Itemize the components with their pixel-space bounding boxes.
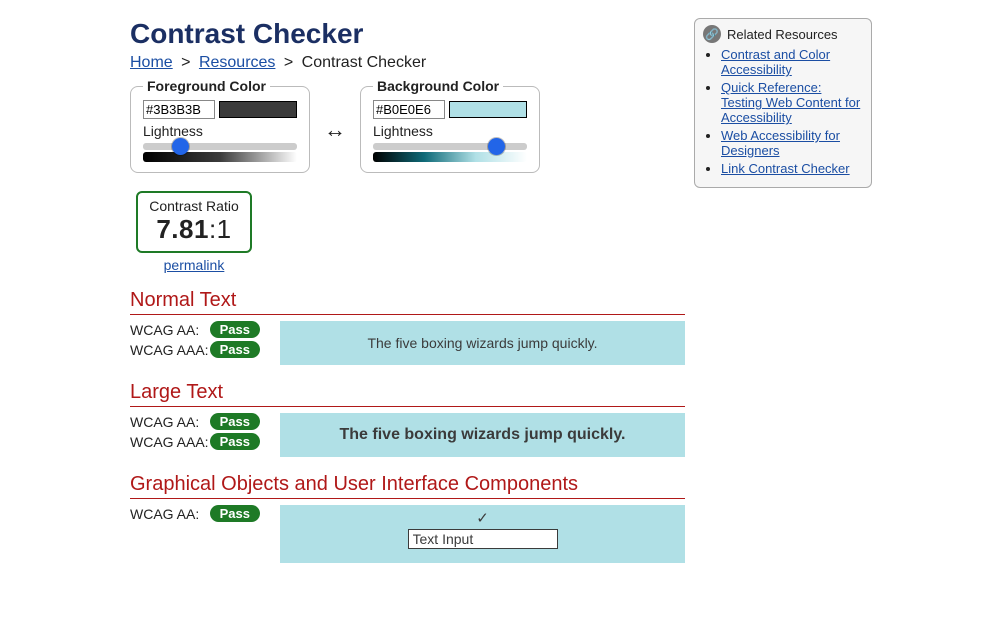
background-color-box: Background Color Lightness (360, 86, 540, 173)
foreground-gradient[interactable] (143, 152, 297, 162)
wcag-aa-badge: Pass (210, 321, 260, 338)
wcag-aaa-label: WCAG AAA: (130, 342, 209, 358)
check-icon: ✓ (280, 509, 685, 527)
related-link[interactable]: Contrast and Color Accessibility (721, 47, 830, 77)
background-swatch[interactable] (449, 101, 527, 118)
normal-text-section: Normal Text WCAG AA: Pass WCAG AAA: Pass… (130, 289, 685, 365)
breadcrumb-current: Contrast Checker (302, 54, 427, 71)
breadcrumb-resources[interactable]: Resources (199, 54, 275, 71)
link-icon: 🔗 (703, 25, 721, 43)
wcag-aa-label: WCAG AA: (130, 322, 199, 338)
large-text-sample[interactable]: The five boxing wizards jump quickly. (280, 413, 685, 457)
foreground-legend: Foreground Color (143, 78, 270, 94)
ui-sample: ✓ (280, 505, 685, 563)
background-hex-input[interactable] (373, 100, 445, 119)
contrast-ratio-value: 7.81:1 (146, 214, 242, 245)
breadcrumb-sep: > (284, 54, 293, 71)
wcag-aa-badge: Pass (210, 413, 260, 430)
ui-section: Graphical Objects and User Interface Com… (130, 473, 685, 563)
breadcrumb-home[interactable]: Home (130, 54, 173, 71)
background-gradient[interactable] (373, 152, 527, 162)
permalink-link[interactable]: permalink (136, 257, 252, 273)
background-lightness-slider[interactable] (373, 143, 527, 150)
ui-sample-input[interactable] (408, 529, 558, 549)
foreground-color-box: Foreground Color Lightness (130, 86, 310, 173)
foreground-swatch[interactable] (219, 101, 297, 118)
wcag-aa-badge: Pass (210, 505, 260, 522)
wcag-aaa-badge: Pass (210, 433, 260, 450)
normal-text-sample[interactable]: The five boxing wizards jump quickly. (280, 321, 685, 365)
related-resources-sidebar: 🔗 Related Resources Contrast and Color A… (694, 18, 872, 188)
contrast-ratio-label: Contrast Ratio (146, 198, 242, 214)
background-lightness-label: Lightness (373, 123, 527, 139)
slider-thumb[interactable] (172, 138, 189, 155)
wcag-aaa-label: WCAG AAA: (130, 434, 209, 450)
section-title: Graphical Objects and User Interface Com… (130, 473, 685, 496)
related-link[interactable]: Web Accessibility for Designers (721, 128, 840, 158)
list-item: Quick Reference: Testing Web Content for… (721, 80, 863, 125)
swap-colors-icon[interactable]: ↔ (324, 117, 346, 143)
list-item: Link Contrast Checker (721, 161, 863, 176)
background-legend: Background Color (373, 78, 503, 94)
large-text-section: Large Text WCAG AA: Pass WCAG AAA: Pass … (130, 381, 685, 457)
foreground-lightness-label: Lightness (143, 123, 297, 139)
wcag-aaa-badge: Pass (210, 341, 260, 358)
list-item: Web Accessibility for Designers (721, 128, 863, 158)
contrast-ratio-box: Contrast Ratio 7.81:1 (136, 191, 252, 253)
related-link[interactable]: Quick Reference: Testing Web Content for… (721, 80, 860, 125)
related-link[interactable]: Link Contrast Checker (721, 161, 850, 176)
sidebar-title: Related Resources (727, 27, 838, 42)
section-title: Large Text (130, 381, 685, 404)
foreground-lightness-slider[interactable] (143, 143, 297, 150)
list-item: Contrast and Color Accessibility (721, 47, 863, 77)
breadcrumb-sep: > (181, 54, 190, 71)
section-title: Normal Text (130, 289, 685, 312)
wcag-aa-label: WCAG AA: (130, 414, 199, 430)
wcag-aa-label: WCAG AA: (130, 506, 199, 522)
foreground-hex-input[interactable] (143, 100, 215, 119)
